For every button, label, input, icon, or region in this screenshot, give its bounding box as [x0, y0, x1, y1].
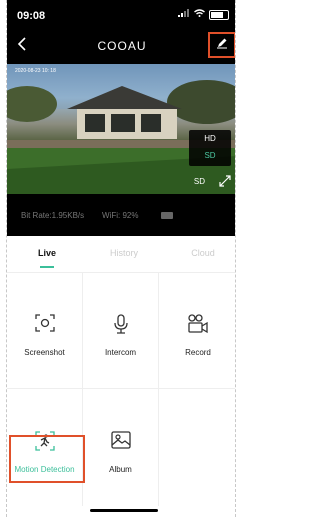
- screenshot-icon: [34, 314, 55, 337]
- tab-cloud[interactable]: Cloud: [173, 248, 233, 258]
- signal-icon: [178, 9, 190, 20]
- stream-info-bar: Bit Rate:1.95KB/s WiFi: 92%: [7, 194, 235, 236]
- record-button[interactable]: Record: [159, 272, 235, 389]
- status-bar: 09:08: [7, 0, 235, 28]
- record-label: Record: [185, 348, 211, 357]
- fullscreen-icon[interactable]: [219, 174, 231, 192]
- quality-option-hd[interactable]: HD: [189, 134, 231, 143]
- intercom-label: Intercom: [104, 348, 137, 357]
- page-title: COOAU: [97, 39, 147, 53]
- tab-live[interactable]: Live: [17, 248, 77, 258]
- video-record-icon: [187, 314, 209, 339]
- tab-bar: Live History Cloud: [7, 236, 235, 273]
- edit-button[interactable]: [208, 32, 235, 58]
- status-time: 09:08: [17, 10, 46, 22]
- album-button[interactable]: Album: [83, 389, 159, 506]
- microphone-icon: [113, 314, 129, 339]
- album-label: Album: [109, 465, 132, 474]
- tab-history[interactable]: History: [94, 248, 154, 258]
- screenshot-label: Screenshot: [24, 348, 65, 357]
- wifi-icon: [194, 9, 205, 20]
- motion-detection-highlight: [9, 435, 85, 483]
- status-icons: [178, 9, 229, 20]
- active-tab-indicator: [40, 266, 54, 268]
- home-indicator: [90, 509, 158, 512]
- video-timestamp: 2020-08-23 10: 18: [15, 68, 56, 74]
- quality-toggle[interactable]: SD: [194, 177, 205, 186]
- app-screen: 09:08 COOAU 2020-08-23 10: 18 HD SD SD B…: [6, 0, 236, 517]
- intercom-button[interactable]: Intercom: [83, 272, 159, 389]
- live-video-feed[interactable]: 2020-08-23 10: 18 HD SD SD: [7, 64, 235, 194]
- wifi-strength-text: WiFi: 92%: [102, 211, 139, 220]
- screenshot-button[interactable]: Screenshot: [7, 272, 83, 389]
- sd-card-icon: [161, 212, 173, 219]
- action-grid: Screenshot Intercom Record Motion Detect…: [7, 272, 235, 507]
- album-icon: [110, 431, 131, 454]
- camera-scene-image: [7, 64, 235, 194]
- quality-menu: HD SD: [189, 130, 231, 166]
- bitrate-text: Bit Rate:1.95KB/s: [21, 211, 85, 220]
- nav-bar: COOAU: [7, 28, 235, 64]
- pencil-icon: [216, 36, 228, 54]
- battery-icon: [209, 9, 229, 20]
- quality-option-sd[interactable]: SD: [189, 151, 231, 160]
